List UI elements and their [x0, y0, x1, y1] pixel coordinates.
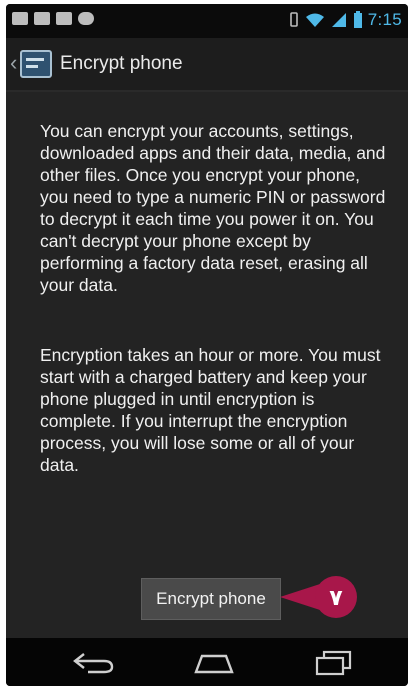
encryption-info-text: You can encrypt your accounts, settings,…: [40, 121, 386, 295]
gamepad-icon: [78, 12, 94, 25]
encryption-warning-text: Encryption takes an hour or more. You mu…: [40, 345, 381, 475]
notification-icons: [12, 12, 94, 25]
phone-screen: 7:15 ‹ Encrypt phone You can encrypt you…: [6, 4, 408, 686]
vibrate-icon: [289, 12, 298, 27]
chat-icon: [34, 12, 50, 25]
chevron-left-icon: ‹: [10, 50, 18, 75]
system-icons: 7:15: [288, 10, 402, 30]
navigation-bar: [6, 638, 408, 686]
encrypt-phone-button[interactable]: Encrypt phone: [141, 578, 281, 620]
calendar-icon: [56, 12, 72, 25]
recent-apps-icon[interactable]: [311, 648, 355, 676]
settings-app-icon: [20, 50, 52, 78]
callout-number: ٧: [329, 586, 343, 611]
encrypt-description-panel: You can encrypt your accounts, settings,…: [6, 92, 408, 638]
action-bar: ‹ Encrypt phone: [6, 38, 408, 92]
home-icon[interactable]: [192, 648, 236, 676]
email-icon: [12, 12, 28, 25]
page-title: Encrypt phone: [60, 53, 183, 74]
clock-time: 7:15: [367, 10, 402, 29]
signal-icon: [331, 13, 346, 27]
wifi-icon: [305, 13, 324, 27]
status-bar: 7:15: [6, 4, 408, 38]
back-icon[interactable]: [70, 648, 118, 676]
step-callout-badge: ٧: [280, 576, 357, 618]
battery-icon: [353, 11, 362, 28]
